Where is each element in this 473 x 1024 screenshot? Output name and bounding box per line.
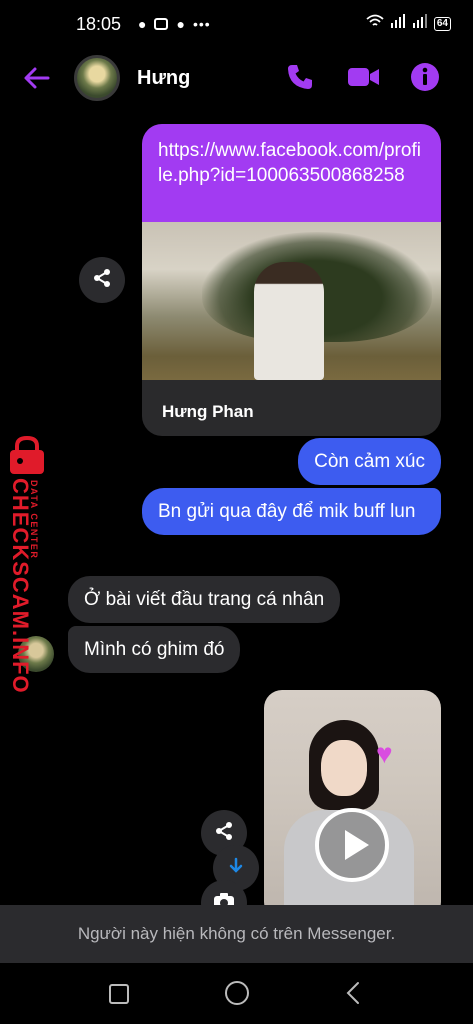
contact-avatar[interactable] [74, 55, 120, 101]
signal-icon-2 [412, 14, 428, 33]
link-profile-name: Hưng Phan [162, 402, 254, 421]
battery-icon: 64 [433, 16, 451, 31]
link-url[interactable]: https://www.facebook.com/profile.php?id=… [142, 124, 441, 222]
nav-back-icon[interactable] [344, 981, 364, 1010]
heart-sticker-icon: ♥ [376, 738, 393, 769]
wifi-icon [366, 14, 384, 33]
contact-name[interactable]: Hưng [137, 67, 190, 90]
signal-icon [390, 14, 406, 33]
messenger-notif-icon-2: ● [176, 16, 185, 32]
system-icons: 64 [366, 14, 451, 33]
nav-home-icon[interactable] [224, 980, 250, 1011]
more-notif-icon: ••• [192, 16, 211, 32]
link-preview-image [142, 222, 441, 380]
messenger-notif-icon: ● [138, 16, 147, 32]
info-icon[interactable] [410, 62, 440, 92]
notification-icons: ● ● ••• [138, 16, 211, 32]
play-icon[interactable] [315, 808, 389, 882]
status-bar: 18:05 ● ● ••• 64 [0, 0, 473, 50]
video-call-icon[interactable] [347, 62, 379, 92]
share-icon [92, 268, 112, 293]
system-nav-bar [0, 963, 473, 1024]
sent-message[interactable]: Bn gửi qua đây để mik buff lun [142, 488, 441, 535]
received-message[interactable]: Ở bài viết đầu trang cá nhân [68, 576, 341, 623]
link-preview-card[interactable]: https://www.facebook.com/profile.php?id=… [142, 124, 441, 436]
download-icon [226, 856, 246, 881]
received-message[interactable]: Mình có ghim đó [68, 626, 241, 673]
lock-icon [10, 435, 44, 474]
back-arrow-icon[interactable] [22, 63, 52, 93]
share-icon [214, 821, 234, 846]
status-time: 18:05 [76, 14, 122, 34]
watermark-brand: CHECKSCAM.INFO [8, 478, 33, 694]
unavailable-notice: Người này hiện không có trên Messenger. [0, 905, 473, 963]
phone-icon[interactable] [285, 62, 315, 92]
video-message[interactable]: ♥ [264, 690, 441, 920]
nav-square-icon[interactable] [108, 983, 130, 1010]
share-button[interactable] [79, 257, 125, 303]
watermark: DATA CENTER CHECKSCAM.INFO [2, 435, 58, 694]
video-notif-icon [154, 18, 169, 30]
sent-message[interactable]: Còn cảm xúc [298, 438, 441, 485]
